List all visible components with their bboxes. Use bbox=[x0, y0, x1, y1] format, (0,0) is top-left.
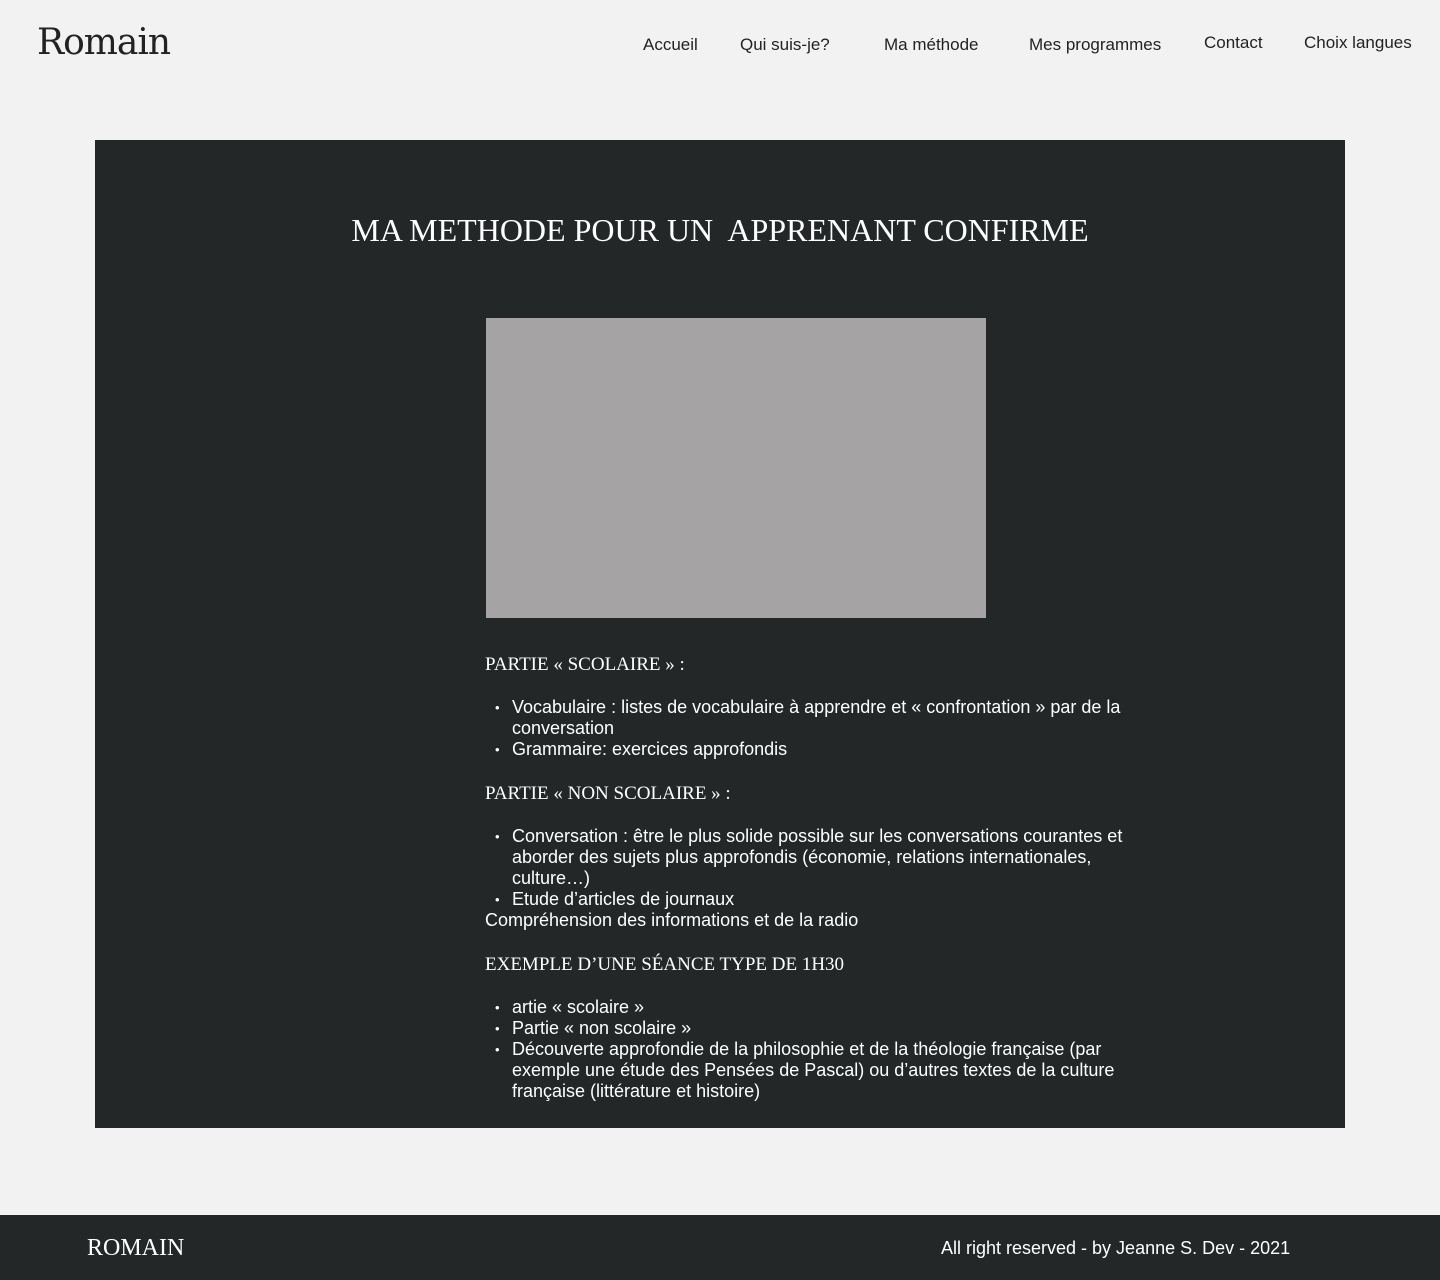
site-logo[interactable]: Romain bbox=[37, 22, 171, 63]
nav-choix-langues[interactable]: Choix langues bbox=[1304, 33, 1412, 53]
image-placeholder bbox=[486, 318, 986, 618]
section-note: Compréhension des informations et de la … bbox=[485, 910, 859, 930]
nav-contact[interactable]: Contact bbox=[1204, 33, 1263, 53]
section-heading: PARTIE « SCOLAIRE » : bbox=[485, 654, 685, 675]
copyright-text: All right reserved - by Jeanne S. Dev - … bbox=[941, 1238, 1291, 1258]
footer-logo: ROMAIN bbox=[87, 1235, 185, 1261]
method-content: PARTIE « SCOLAIRE » : Vocabulaire : list… bbox=[485, 654, 1125, 1125]
list-item: Vocabulaire : listes de vocabulaire à ap… bbox=[495, 697, 1125, 739]
section-list: Vocabulaire : listes de vocabulaire à ap… bbox=[485, 697, 1125, 760]
nav-accueil[interactable]: Accueil bbox=[643, 35, 698, 55]
list-item: Grammaire: exercices approfondis bbox=[495, 739, 1125, 760]
section-heading: EXEMPLE D’UNE SÉANCE TYPE DE 1H30 bbox=[485, 954, 845, 975]
nav-mes-programmes[interactable]: Mes programmes bbox=[1029, 35, 1161, 55]
list-item: Partie « non scolaire » bbox=[495, 1018, 1125, 1039]
section-list: artie « scolaire » Partie « non scolaire… bbox=[485, 997, 1125, 1102]
nav-ma-methode[interactable]: Ma méthode bbox=[884, 35, 979, 55]
list-item: artie « scolaire » bbox=[495, 997, 1125, 1018]
section-heading: PARTIE « NON SCOLAIRE » : bbox=[485, 783, 731, 804]
method-panel: MA METHODE POUR UN APPRENANT CONFIRME PA… bbox=[95, 140, 1345, 1128]
list-item: Découverte approfondie de la philosophie… bbox=[495, 1039, 1125, 1102]
nav-qui-suis-je[interactable]: Qui suis-je? bbox=[740, 35, 830, 55]
footer: ROMAIN All right reserved - by Jeanne S.… bbox=[0, 1215, 1440, 1280]
page-title: MA METHODE POUR UN APPRENANT CONFIRME bbox=[351, 212, 1089, 248]
section-list: Conversation : être le plus solide possi… bbox=[485, 826, 1125, 910]
list-item: Etude d’articles de journaux bbox=[495, 889, 1125, 910]
list-item: Conversation : être le plus solide possi… bbox=[495, 826, 1125, 889]
